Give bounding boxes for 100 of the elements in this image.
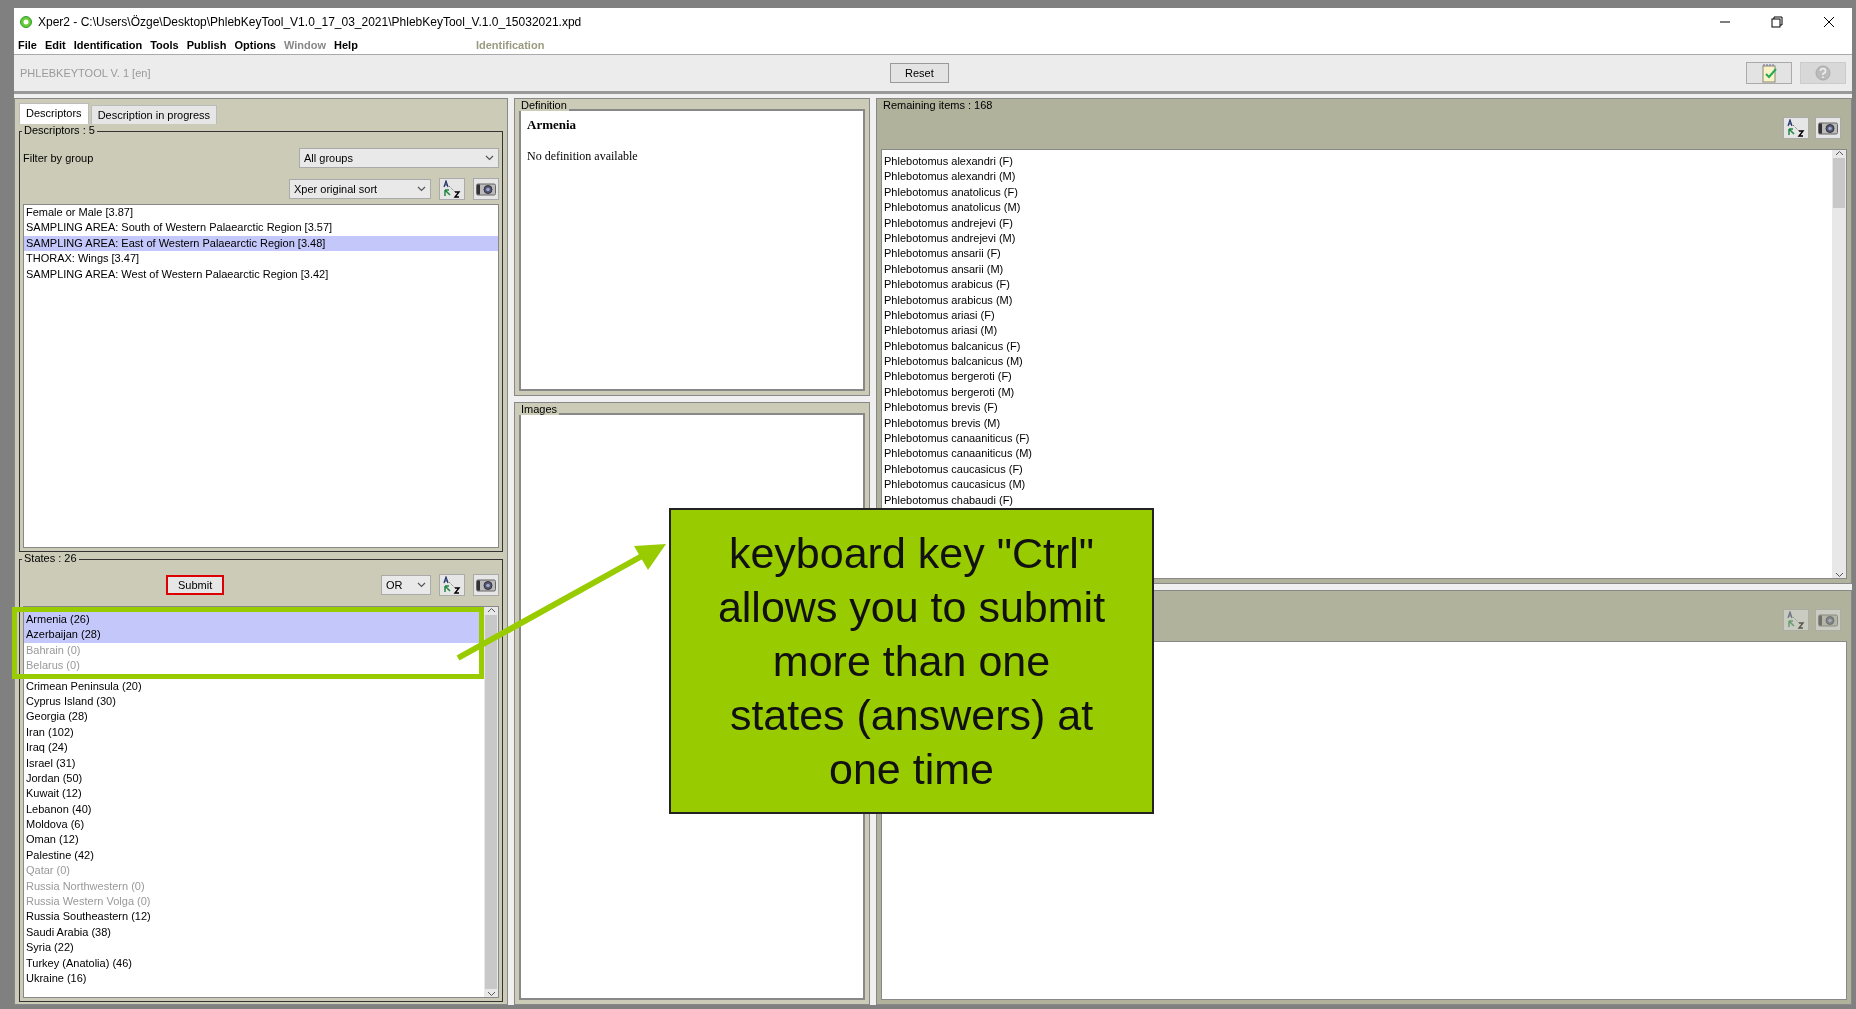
remaining-item[interactable]: Phlebotomus anatolicus (M) (882, 200, 1832, 216)
operator-dropdown[interactable]: OR (381, 575, 431, 595)
tab[interactable]: Description in progress (90, 105, 218, 124)
menu-item[interactable]: Options (234, 39, 276, 51)
remaining-item[interactable]: Phlebotomus balcanicus (M) (882, 354, 1832, 370)
scroll-thumb[interactable] (1833, 158, 1845, 208)
menu-item[interactable]: Help (334, 39, 358, 51)
scroll-thumb[interactable] (485, 615, 497, 989)
state-item[interactable]: Armenia (26) (24, 612, 479, 628)
camera-icon (476, 578, 496, 592)
restore-icon (1771, 16, 1783, 28)
remaining-item[interactable]: Phlebotomus canaaniticus (M) (882, 446, 1832, 462)
descriptor-item[interactable]: THORAX: Wings [3.47] (24, 251, 498, 267)
sort-az-button[interactable] (439, 178, 465, 200)
menu-item[interactable]: Tools (150, 39, 179, 51)
descriptor-item[interactable]: SAMPLING AREA: West of Western Palaearctic Region [3.42] (24, 266, 498, 282)
camera-button[interactable] (473, 178, 499, 200)
state-item[interactable]: Palestine (42) (24, 847, 484, 864)
remaining-item[interactable]: Phlebotomus alexandri (F) (882, 154, 1832, 170)
state-item[interactable]: Azerbaijan (28) (24, 627, 479, 643)
sort-dropdown[interactable]: Xper original sort (289, 179, 431, 199)
mode-label: Identification (475, 39, 545, 51)
state-item[interactable]: Oman (12) (24, 832, 484, 848)
sort-az-icon (443, 180, 461, 198)
remaining-item[interactable]: Phlebotomus andrejevi (F) (882, 215, 1832, 231)
project-label: PHLEBKEYTOOL V. 1 [en] (20, 67, 152, 79)
sort-az-button[interactable] (1783, 117, 1809, 139)
remaining-item[interactable]: Phlebotomus ansarii (M) (882, 261, 1832, 278)
scrollbar[interactable] (484, 607, 498, 997)
remaining-item[interactable]: Phlebotomus ariasi (M) (882, 323, 1832, 339)
remaining-item[interactable]: Phlebotomus canaaniticus (F) (882, 431, 1832, 447)
camera-icon (476, 182, 496, 196)
camera-icon (1818, 613, 1838, 627)
dropdown-caret-icon (417, 186, 426, 192)
close-icon (1823, 16, 1835, 28)
group-title: States : 26 (22, 552, 79, 564)
camera-button[interactable] (473, 574, 499, 596)
state-item[interactable]: Turkey (Anatolia) (46) (24, 955, 484, 971)
window-title: Xper2 - C:\Users\Özge\Desktop\PhlebKeyTool_V1.0_17_03_2021\PhlebKeyTool_V.1.0_15032021.xpd (38, 15, 583, 29)
remaining-item[interactable]: Phlebotomus caucasicus (F) (882, 461, 1832, 478)
panel-title: Remaining items : 168 (881, 99, 995, 111)
sort-az-icon (1787, 119, 1805, 137)
reset-button[interactable]: Reset (890, 63, 949, 83)
menu-item[interactable]: File (18, 39, 37, 51)
app-icon (20, 16, 32, 28)
checklist-button[interactable] (1746, 62, 1792, 84)
descriptor-item[interactable]: SAMPLING AREA: East of Western Palaearctic Region [3.48] (24, 235, 498, 252)
remaining-item[interactable]: Phlebotomus balcanicus (F) (882, 338, 1832, 355)
state-item[interactable]: Russia Southeastern (12) (24, 909, 484, 925)
sort-az-button[interactable] (439, 574, 465, 596)
remaining-item[interactable]: Phlebotomus anatolicus (F) (882, 184, 1832, 201)
checklist-icon (1760, 63, 1778, 83)
panel-title: Definition (519, 99, 569, 111)
filter-label: Filter by group (23, 152, 94, 164)
help-icon (1815, 65, 1831, 81)
state-item[interactable]: Georgia (28) (24, 709, 484, 725)
scroll-up-icon[interactable] (486, 607, 496, 613)
menu-item[interactable]: Identification (73, 39, 143, 51)
remaining-item[interactable]: Phlebotomus arabicus (F) (882, 277, 1832, 293)
tab[interactable]: Descriptors (19, 103, 89, 124)
remaining-item[interactable]: Phlebotomus arabicus (M) (882, 292, 1832, 308)
state-item[interactable]: Crimean Peninsula (20) (24, 678, 484, 694)
state-item[interactable]: Lebanon (40) (24, 801, 484, 818)
remaining-item[interactable]: Phlebotomus alexandri (M) (882, 169, 1832, 185)
state-item[interactable]: Kuwait (12) (24, 786, 484, 802)
group-title: Descriptors : 5 (22, 124, 97, 136)
remaining-item[interactable]: Phlebotomus caucasicus (M) (882, 477, 1832, 493)
state-item[interactable]: Cyprus Island (30) (24, 693, 484, 710)
remaining-item[interactable]: Phlebotomus bergeroti (F) (882, 369, 1832, 385)
remaining-item[interactable]: Phlebotomus bergeroti (M) (882, 384, 1832, 401)
definition-heading: Armenia (527, 117, 578, 133)
remaining-item[interactable]: Phlebotomus chabaudi (F) (882, 492, 1832, 508)
descriptor-item[interactable]: SAMPLING AREA: South of Western Palaearctic Region [3.57] (24, 220, 498, 236)
state-item[interactable]: Jordan (50) (24, 770, 484, 787)
menu-item[interactable]: Edit (44, 39, 66, 51)
camera-button[interactable] (1815, 117, 1841, 139)
scroll-up-icon[interactable] (1834, 150, 1844, 156)
remaining-item[interactable]: Phlebotomus brevis (F) (882, 400, 1832, 416)
group-dropdown[interactable]: All groups (299, 148, 499, 168)
remaining-item[interactable]: Phlebotomus ariasi (F) (882, 307, 1832, 324)
state-item[interactable]: Saudi Arabia (38) (24, 924, 484, 941)
scroll-down-icon[interactable] (1834, 572, 1844, 578)
state-item[interactable]: Moldova (6) (24, 817, 484, 833)
scroll-down-icon[interactable] (486, 991, 496, 997)
submit-button[interactable]: Submit (166, 575, 225, 595)
state-item[interactable]: Ukraine (16) (24, 971, 484, 987)
remaining-item[interactable]: Phlebotomus ansarii (F) (882, 246, 1832, 262)
state-item[interactable]: Syria (22) (24, 940, 484, 956)
remaining-item[interactable]: Phlebotomus brevis (M) (882, 415, 1832, 432)
definition-text: No definition available (527, 149, 639, 164)
state-item[interactable]: Iran (102) (24, 724, 484, 741)
remaining-item[interactable]: Phlebotomus andrejevi (M) (882, 230, 1832, 247)
camera-icon (1818, 121, 1838, 135)
dropdown-caret-icon (485, 155, 494, 161)
menu-item[interactable]: Publish (186, 39, 227, 51)
state-item[interactable]: Iraq (24) (24, 740, 484, 756)
state-item[interactable]: Israel (31) (24, 755, 484, 771)
dropdown-caret-icon (417, 582, 426, 588)
scrollbar[interactable] (1832, 150, 1846, 578)
descriptor-item[interactable]: Female or Male [3.87] (24, 205, 498, 221)
